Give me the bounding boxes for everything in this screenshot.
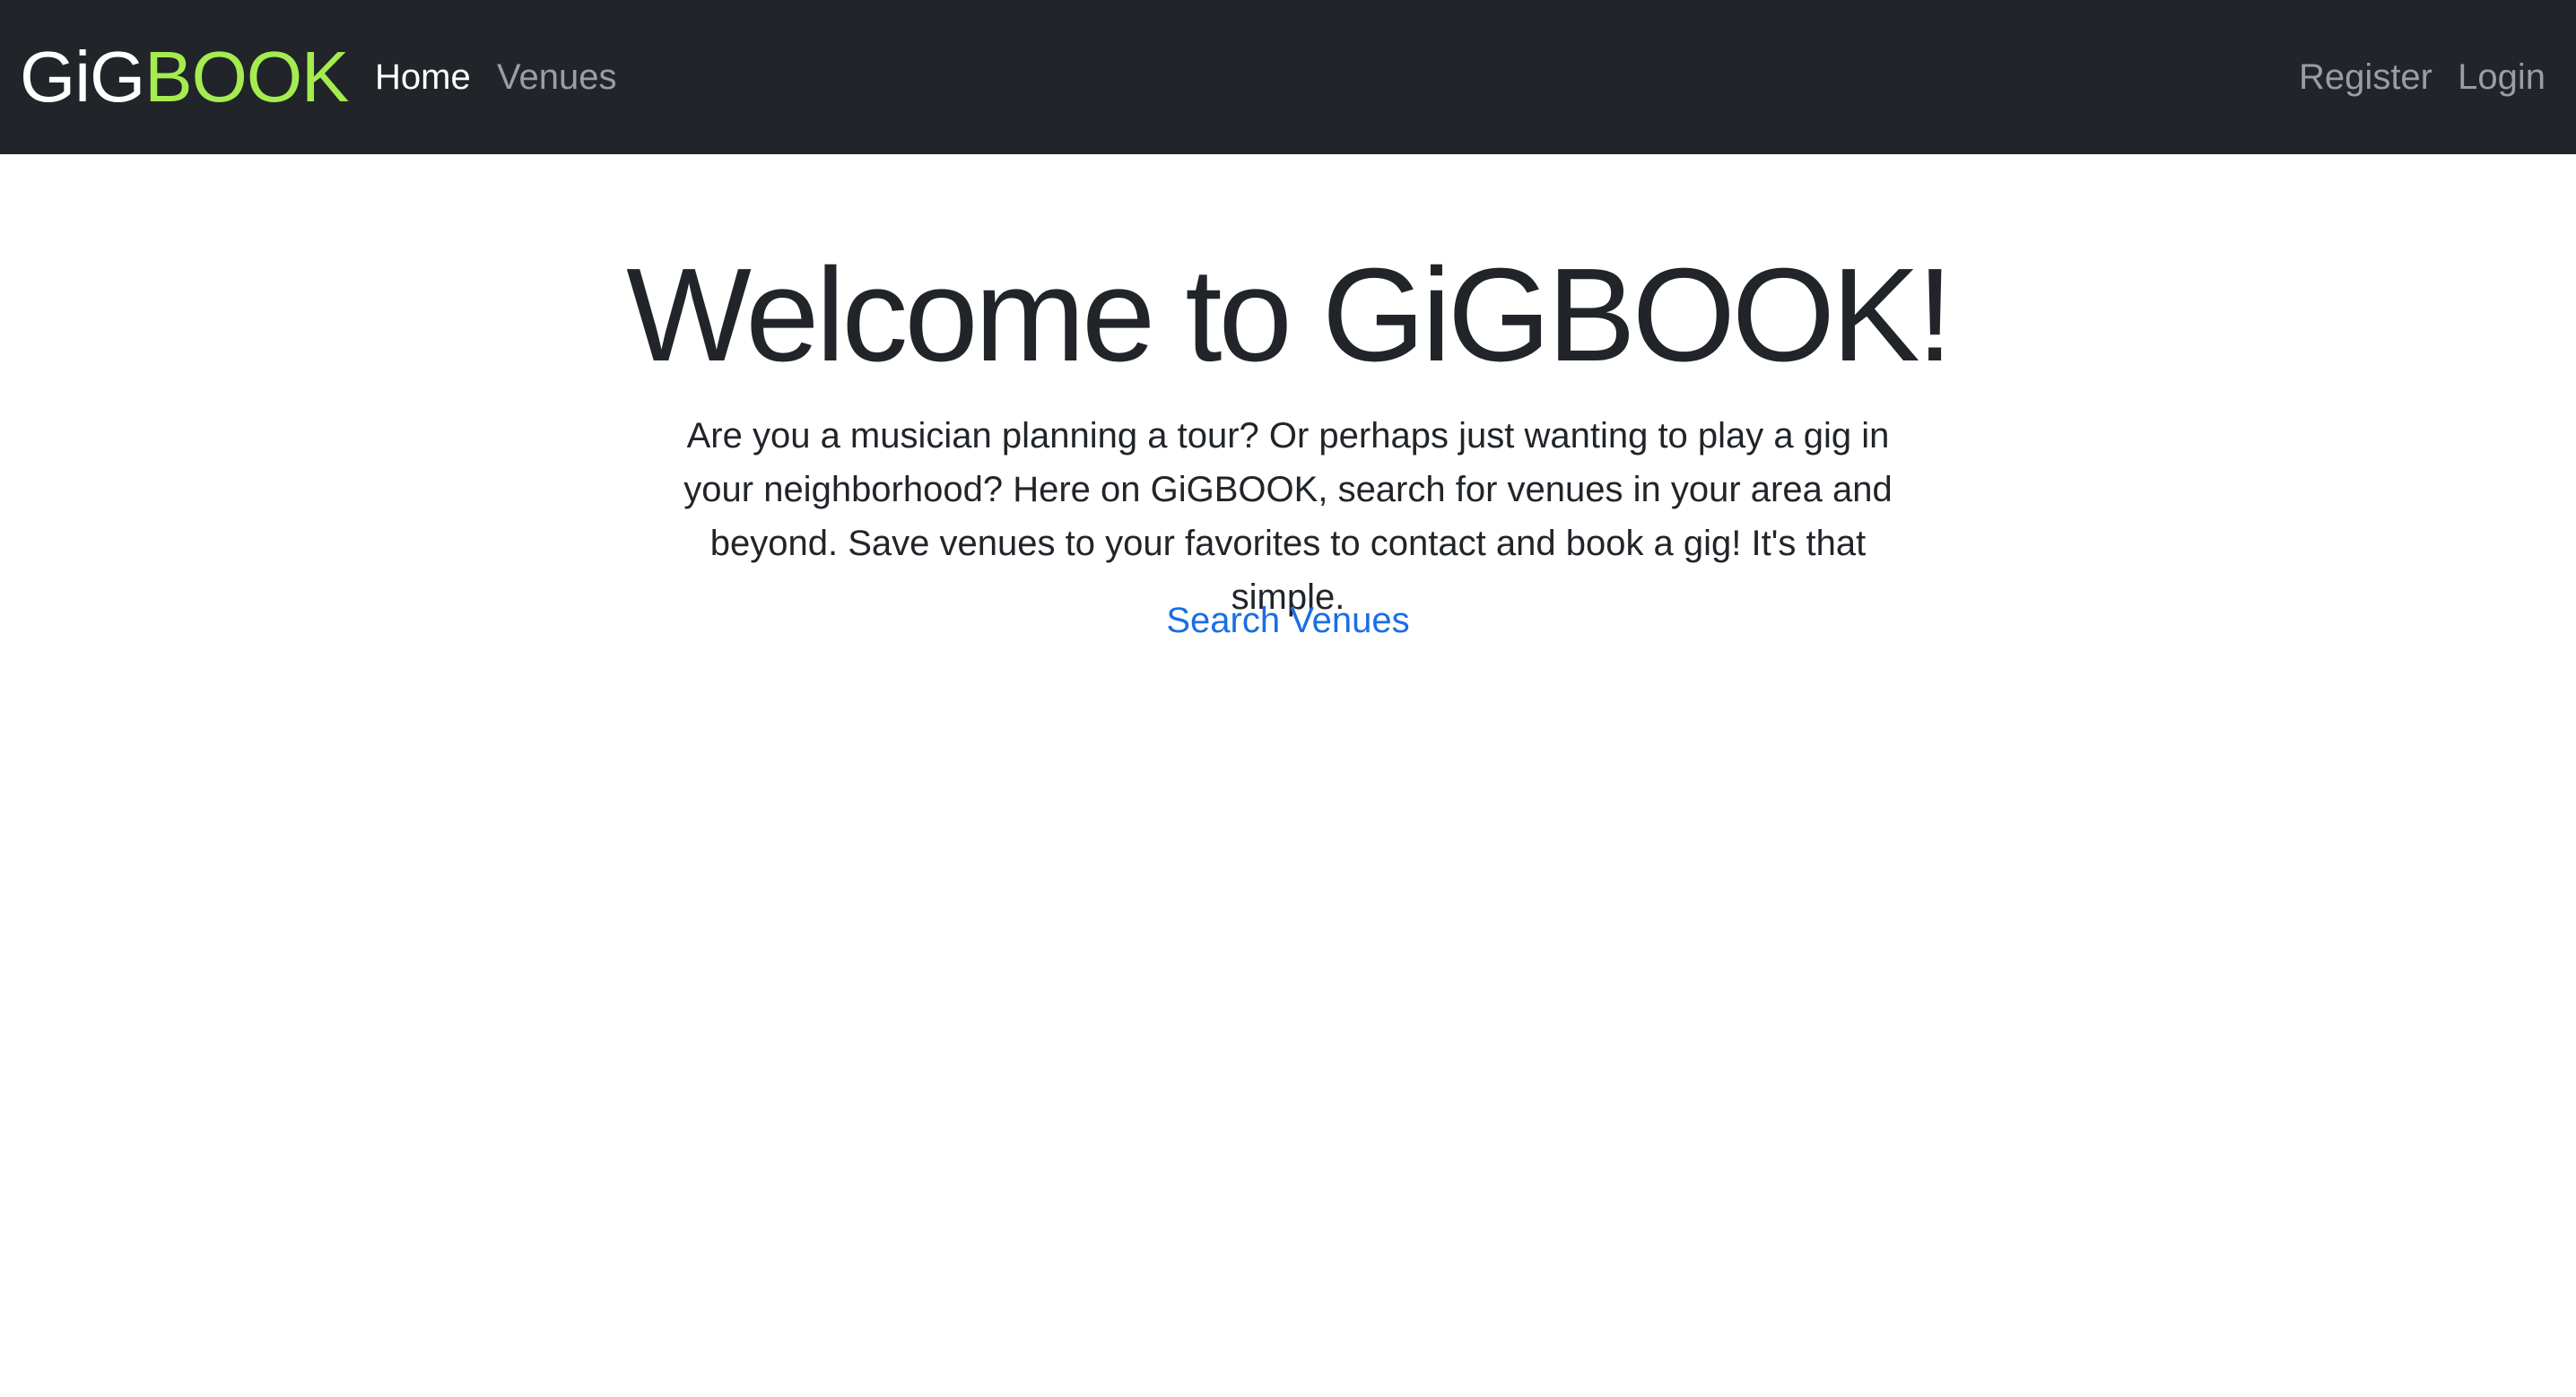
brand-logo-part-b: BOOK <box>144 37 349 117</box>
search-venues-link[interactable]: Search Venues <box>1166 601 1409 640</box>
nav-link-register[interactable]: Register <box>2299 54 2432 100</box>
brand-logo[interactable]: GiGBOOK <box>20 36 349 118</box>
hero-cta-wrapper: Search Venues <box>0 597 2576 644</box>
hero-description: Are you a musician planning a tour? Or p… <box>683 416 1893 617</box>
brand-logo-part-a: GiG <box>20 37 145 117</box>
nav-link-venues[interactable]: Venues <box>497 54 616 100</box>
top-navbar: GiGBOOK Home Venues Register Login <box>0 0 2576 154</box>
nav-link-login[interactable]: Login <box>2458 54 2546 100</box>
nav-link-home[interactable]: Home <box>375 54 471 100</box>
page-title: Welcome to GiGBOOK! <box>626 241 1954 389</box>
